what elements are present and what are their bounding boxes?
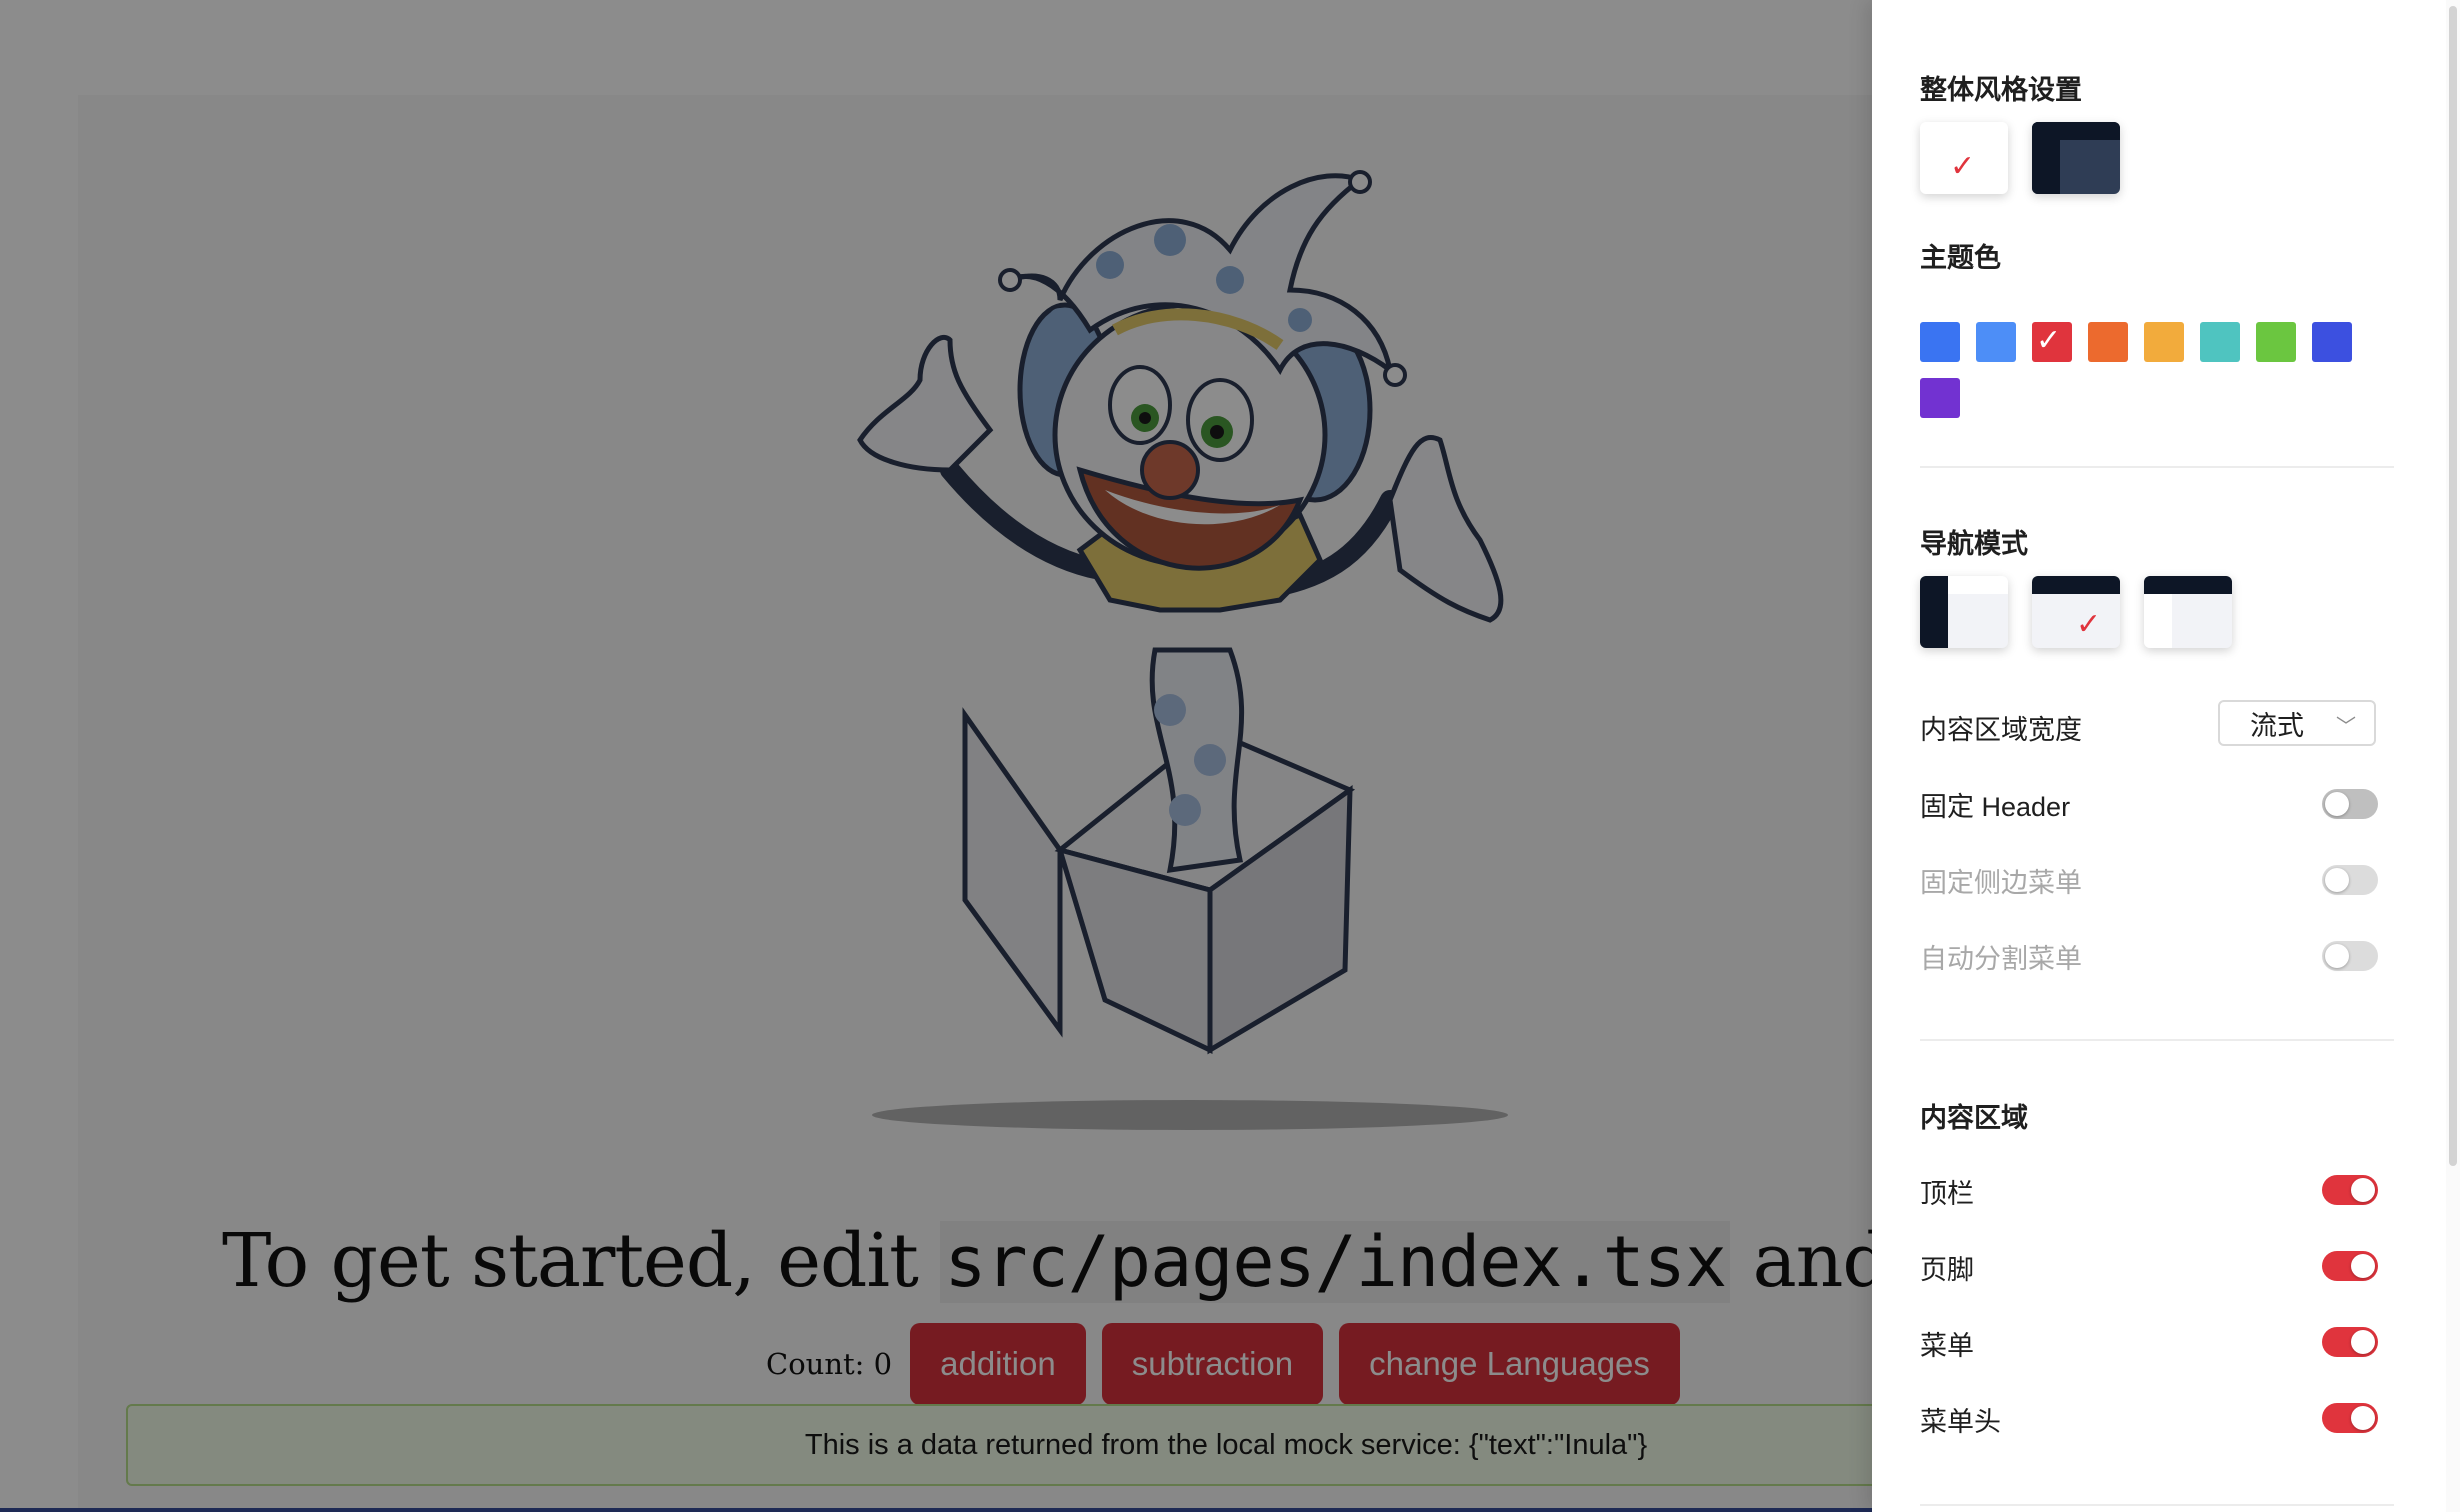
content-area-label-header: 顶栏 (1920, 1179, 1974, 1209)
theme-color-swatch[interactable]: ✓ (2032, 322, 2072, 362)
style-option-dark[interactable] (2032, 122, 2120, 194)
content-area-toggle-header[interactable] (2322, 1175, 2378, 1205)
scrollbar-thumb[interactable] (2449, 6, 2457, 1166)
nav-mode-side[interactable] (1920, 576, 2008, 648)
content-area-label-menu: 菜单 (1920, 1331, 1974, 1361)
theme-color-swatch[interactable] (2256, 322, 2296, 362)
nav-mode-top[interactable]: ✓ (2032, 576, 2120, 648)
split-menu-toggle[interactable] (2322, 941, 2378, 971)
nav-mode-mix[interactable] (2144, 576, 2232, 648)
settings-drawer: 整体风格设置 ✓ 主题色 ✓ 导航模式 ✓ 内容区域宽度 流式 ﹀ 固定 Hea… (1872, 0, 2460, 1512)
content-area-label-menu-header: 菜单头 (1920, 1407, 2001, 1437)
theme-color-swatch[interactable] (2088, 322, 2128, 362)
fixed-sider-label: 固定侧边菜单 (1920, 868, 2082, 898)
split-menu-label: 自动分割菜单 (1920, 944, 2082, 974)
content-width-value: 流式 (2250, 710, 2304, 741)
theme-color-swatch[interactable] (1976, 322, 2016, 362)
fixed-header-label: 固定 Header (1920, 792, 2071, 822)
section-divider (1920, 466, 2394, 468)
theme-color-swatch[interactable] (2200, 322, 2240, 362)
selected-check-icon: ✓ (2076, 608, 2102, 641)
theme-color-swatch[interactable] (1920, 322, 1960, 362)
selected-check-icon: ✓ (1950, 150, 1976, 183)
style-option-light[interactable]: ✓ (1920, 122, 2008, 194)
content-width-select[interactable]: 流式 ﹀ (2218, 700, 2376, 746)
chevron-down-icon: ﹀ (2336, 716, 2356, 738)
content-area-toggle-footer[interactable] (2322, 1251, 2378, 1281)
content-width-label: 内容区域宽度 (1920, 715, 2082, 745)
selected-check-icon: ✓ (2036, 324, 2062, 357)
content-area-toggle-menu-header[interactable] (2322, 1403, 2378, 1433)
fixed-header-toggle[interactable] (2322, 789, 2378, 819)
nav-mode-title: 导航模式 (1920, 529, 2028, 559)
content-area-toggle-menu[interactable] (2322, 1327, 2378, 1357)
fixed-sider-toggle[interactable] (2322, 865, 2378, 895)
content-area-label-footer: 页脚 (1920, 1255, 1974, 1285)
overall-style-title: 整体风格设置 (1920, 75, 2082, 105)
bottom-strip (0, 1508, 1872, 1512)
theme-color-title: 主题色 (1920, 243, 2001, 273)
theme-color-swatch[interactable] (2144, 322, 2184, 362)
section-divider (1920, 1039, 2394, 1041)
theme-color-swatch[interactable] (2312, 322, 2352, 362)
theme-color-swatch[interactable] (1920, 378, 1960, 418)
drawer-scrollbar[interactable] (2446, 0, 2460, 1512)
content-area-title: 内容区域 (1920, 1103, 2028, 1133)
section-divider (1920, 1504, 2394, 1506)
